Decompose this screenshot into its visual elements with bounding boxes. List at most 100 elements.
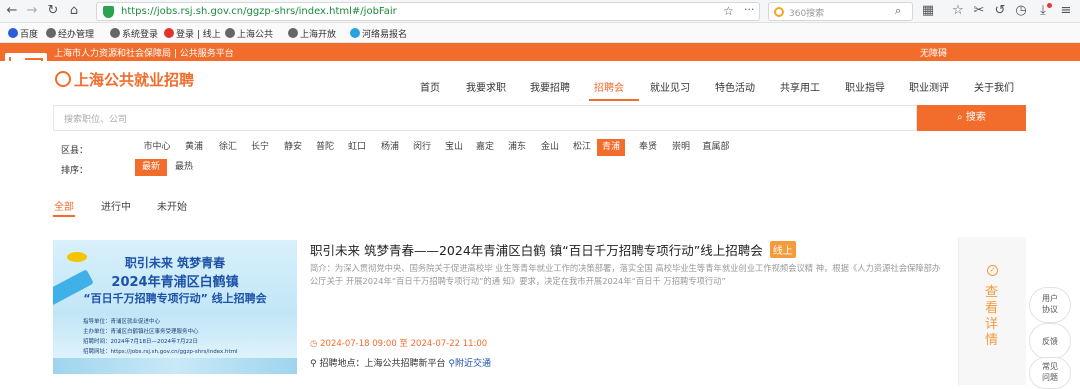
side-button-label: 反馈 [1042, 337, 1058, 346]
back-icon[interactable]: ← [4, 3, 20, 19]
district-chip[interactable]: 嘉定 [471, 139, 499, 156]
fair-title[interactable]: 职引未来 筑梦青春——2024年青浦区白鹤 镇“百日千万招聘专项行动”线上招聘会 [310, 243, 763, 258]
sort-latest[interactable]: 最新 [135, 159, 167, 176]
check-icon: ✓ [987, 265, 998, 276]
poster-info: 主办单位：青浦区白鹤镇社区事务受理服务中心 [83, 329, 199, 335]
fair-time-row: ◷ 2024-07-18 09:00 至 2024-07-22 11:00 [310, 337, 487, 349]
district-chip[interactable]: 普陀 [311, 139, 339, 156]
bookmark-label: 上海开放 [300, 30, 337, 40]
reload-icon[interactable]: ↻ [45, 3, 61, 19]
bookmarks-bar: 百度 经办管理 系统登录 登录 | 线上 上海公共 上海开放 河络易报名 [0, 23, 1080, 43]
district-chip[interactable]: 长宁 [246, 139, 274, 156]
view-detail-label: 查看详情 [985, 285, 999, 348]
district-chip[interactable]: 浦东 [503, 139, 531, 156]
district-chip[interactable]: 奉贤 [634, 139, 662, 156]
district-chip[interactable]: 宝山 [440, 139, 468, 156]
cut-icon[interactable]: ✂ [971, 3, 987, 19]
site-header: 上海公共就业招聘 首页 我要求职 我要招聘 招聘会 就业见习 特色活动 共享用工… [0, 61, 1080, 105]
bookmark-item[interactable]: 上海开放 [288, 27, 336, 40]
view-detail-button[interactable]: ✓ 查看详情 [958, 237, 1026, 385]
nav-job-fair[interactable]: 招聘会 [594, 79, 624, 94]
star-icon[interactable]: ☆ [723, 4, 734, 18]
tab-all-underline [53, 215, 75, 217]
district-chip[interactable]: 市中心 [140, 139, 174, 156]
nearby-transport-link[interactable]: 附近交通 [455, 359, 491, 369]
district-chip[interactable]: 崇明 [667, 139, 695, 156]
top-banner: 上海市人力资源和社会保障局 | 公共服务平台 无障碍 [0, 43, 1080, 61]
feedback-button[interactable]: 反馈 [1029, 323, 1071, 359]
bookmark-label: 河络易报名 [362, 30, 408, 40]
home-icon[interactable]: ⌂ [66, 3, 82, 19]
district-chip[interactable]: 黄浦 [180, 139, 208, 156]
nav-job-seek[interactable]: 我要求职 [466, 79, 506, 94]
bookmark-item[interactable]: 百度 [8, 27, 38, 40]
tab-upcoming[interactable]: 未开始 [157, 198, 187, 213]
district-chip[interactable]: 杨浦 [376, 139, 404, 156]
nav-home[interactable]: 首页 [420, 79, 440, 94]
history-icon[interactable]: ◷ [1013, 3, 1029, 19]
active-nav-underline [589, 99, 639, 101]
forward-icon[interactable]: → [24, 3, 40, 19]
district-chip[interactable]: 静安 [279, 139, 307, 156]
tab-ongoing[interactable]: 进行中 [101, 198, 131, 213]
bookmark-item[interactable]: 登录 | 线上 [164, 27, 221, 40]
url-text[interactable]: https://jobs.rsj.sh.gov.cn/ggzp-shrs/ind… [121, 6, 397, 17]
nav-recruit[interactable]: 我要招聘 [530, 79, 570, 94]
nav-assessment[interactable]: 职业测评 [909, 79, 949, 94]
fair-poster-image[interactable]: 职引未来 筑梦青春 2024年青浦区白鹤镇 “百日千万招聘专项行动” 线上招聘会… [53, 240, 297, 374]
fair-location: 上海公共招聘新平台 [364, 359, 446, 369]
sort-hottest[interactable]: 最热 [168, 159, 200, 176]
bookmark-item[interactable]: 上海公共 [225, 27, 273, 40]
district-chip[interactable]: 松江 [568, 139, 596, 156]
bookmark-label: 百度 [20, 30, 39, 40]
bookmark-label: 登录 | 线上 [176, 30, 221, 40]
poster-info: 指导单位：青浦区就业促进中心 [83, 319, 161, 325]
search-button[interactable]: ⌕ 搜索 [917, 105, 1026, 131]
apps-grid-icon[interactable]: ▦ [920, 3, 936, 19]
clock-icon: ◷ [310, 339, 318, 349]
browser-toolbar: ← → ↻ ⌂ https://jobs.rsj.sh.gov.cn/ggzp-… [0, 0, 1080, 23]
faq-button[interactable]: 常见问题 [1029, 357, 1071, 389]
district-chip[interactable]: 徐汇 [214, 139, 242, 156]
address-bar[interactable]: https://jobs.rsj.sh.gov.cn/ggzp-shrs/ind… [96, 2, 760, 21]
bookmark-item[interactable]: 系统登录 [110, 27, 158, 40]
district-chip[interactable]: 金山 [536, 139, 564, 156]
nav-career-guidance[interactable]: 职业指导 [845, 79, 885, 94]
nav-about[interactable]: 关于我们 [974, 79, 1014, 94]
transport-icon: ⚲ [448, 359, 455, 369]
banner-title: 上海市人力资源和社会保障局 | 公共服务平台 [54, 49, 234, 59]
search-360-box[interactable]: 360搜索 ⌕ [768, 2, 913, 21]
poster-info: 招聘时间：2024年7月18日—2024年7月22日 [83, 339, 198, 345]
nav-shared-employment[interactable]: 共享用工 [780, 79, 820, 94]
fair-time: 2024-07-18 09:00 至 2024-07-22 11:00 [320, 339, 488, 349]
bookmark-star-icon[interactable]: ☆ [950, 3, 966, 19]
search-icon[interactable]: ⌕ [895, 4, 901, 18]
undo-icon[interactable]: ↺ [992, 3, 1008, 19]
side-button-label: 常见问题 [1042, 362, 1058, 382]
search-button-label: 搜索 [965, 112, 986, 123]
bookmark-label: 上海公共 [237, 30, 274, 40]
user-agreement-button[interactable]: 用户协议 [1029, 287, 1071, 323]
district-chip[interactable]: 直属部 [699, 139, 733, 156]
site-logo-text[interactable]: 上海公共就业招聘 [74, 69, 194, 90]
tab-all[interactable]: 全部 [54, 198, 74, 213]
nav-special-events[interactable]: 特色活动 [715, 79, 755, 94]
360-logo-icon [774, 7, 784, 17]
bookmark-label: 经办管理 [58, 30, 95, 40]
menu-icon[interactable]: ≡ [1058, 3, 1074, 19]
district-chip[interactable]: 青浦 [597, 139, 625, 156]
poster-line-1: 职引未来 筑梦青春 [124, 256, 226, 270]
district-chip[interactable]: 虹口 [343, 139, 371, 156]
district-label: 区县： [61, 146, 89, 156]
more-icon[interactable]: ··· [744, 3, 755, 16]
district-chip[interactable]: 闵行 [408, 139, 436, 156]
bookmark-item[interactable]: 河络易报名 [350, 27, 407, 40]
poster-info: 招聘网址：https://jobs.rsj.sh.gov.cn/ggzp-shr… [83, 349, 238, 355]
bookmark-item[interactable]: 经办管理 [46, 27, 94, 40]
accessibility-link[interactable]: 无障碍 [920, 46, 947, 59]
nav-internship[interactable]: 就业见习 [650, 79, 690, 94]
search-placeholder: 搜索职位、公司 [64, 115, 128, 125]
search-input[interactable]: 搜索职位、公司 [53, 105, 917, 131]
poster-skyline [53, 358, 297, 374]
shield-icon [103, 6, 114, 18]
